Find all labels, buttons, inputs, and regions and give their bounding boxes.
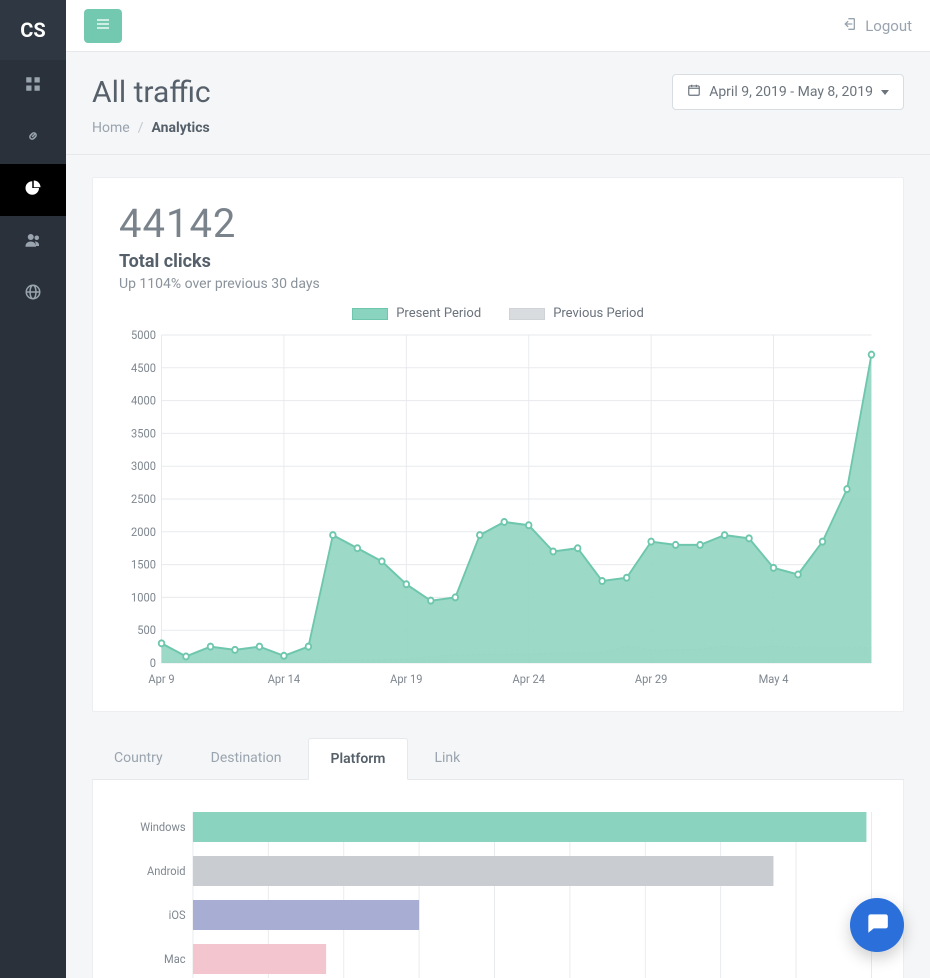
pie-chart-icon — [24, 179, 42, 201]
legend-previous: Previous Period — [509, 306, 644, 321]
content: 44142 Total clicks Up 1104% over previou… — [66, 155, 930, 978]
sidebar-item-dashboard[interactable] — [0, 60, 66, 112]
hamburger-icon — [95, 16, 111, 36]
svg-text:5000: 5000 — [131, 329, 156, 342]
svg-text:Apr 29: Apr 29 — [635, 672, 667, 687]
svg-text:Apr 24: Apr 24 — [513, 672, 546, 687]
sidebar-item-analytics[interactable] — [0, 164, 66, 216]
tab-country[interactable]: Country — [92, 738, 185, 779]
sidebar-item-links[interactable] — [0, 112, 66, 164]
chat-icon — [864, 910, 890, 940]
svg-text:2500: 2500 — [131, 492, 156, 507]
legend-previous-label: Previous Period — [553, 306, 644, 321]
svg-text:500: 500 — [137, 623, 156, 638]
menu-toggle-button[interactable] — [84, 9, 122, 43]
platform-panel: WindowsAndroidiOSMacOther — [92, 780, 904, 978]
svg-text:0: 0 — [150, 656, 156, 671]
logout-label: Logout — [865, 17, 912, 35]
svg-text:May 4: May 4 — [759, 672, 789, 687]
svg-text:4500: 4500 — [131, 361, 156, 376]
svg-text:2000: 2000 — [131, 525, 156, 540]
svg-text:1500: 1500 — [131, 557, 156, 572]
logout-icon — [841, 16, 857, 36]
brand-logo: CS — [0, 0, 66, 60]
svg-text:1000: 1000 — [131, 590, 156, 605]
breadcrumb: Home / Analytics — [92, 120, 904, 136]
chart-legend: Present Period Previous Period — [119, 306, 877, 321]
svg-text:Android: Android — [147, 864, 186, 879]
tab-platform[interactable]: Platform — [308, 738, 409, 780]
clicks-card: 44142 Total clicks Up 1104% over previou… — [92, 177, 904, 712]
link-icon — [24, 127, 42, 149]
sidebar: CS — [0, 0, 66, 978]
grid-icon — [24, 75, 42, 97]
swatch-present-icon — [352, 308, 388, 320]
breakdown-tabs: CountryDestinationPlatformLink — [92, 738, 904, 780]
metric-sub: Up 1104% over previous 30 days — [119, 276, 877, 292]
breadcrumb-current: Analytics — [151, 120, 209, 136]
page-header: All traffic April 9, 2019 - May 8, 2019 … — [66, 52, 930, 155]
svg-text:Mac: Mac — [164, 952, 186, 967]
breadcrumb-separator: / — [138, 120, 144, 136]
date-range-picker[interactable]: April 9, 2019 - May 8, 2019 — [672, 74, 904, 110]
topbar: Logout — [66, 0, 930, 52]
svg-text:3000: 3000 — [131, 459, 156, 474]
tab-destination[interactable]: Destination — [189, 738, 304, 779]
swatch-previous-icon — [509, 308, 545, 320]
sidebar-item-globe[interactable] — [0, 268, 66, 320]
tab-link[interactable]: Link — [412, 738, 482, 779]
metric-label: Total clicks — [119, 251, 877, 272]
svg-text:3500: 3500 — [131, 426, 156, 441]
legend-present-label: Present Period — [396, 306, 481, 321]
calendar-icon — [687, 83, 701, 101]
main: Logout All traffic April 9, 2019 - May 8… — [66, 0, 930, 978]
chat-launcher-button[interactable] — [850, 898, 904, 952]
date-range-label: April 9, 2019 - May 8, 2019 — [709, 84, 873, 100]
logout-link[interactable]: Logout — [841, 16, 912, 36]
page-title: All traffic — [92, 75, 211, 110]
clicks-line-chart: 0 500 1000 1500 2000 2500 3000 3500 4000 4500 5000… — [119, 329, 877, 689]
globe-icon — [24, 283, 42, 305]
users-icon — [24, 231, 42, 253]
chevron-down-icon — [881, 90, 889, 95]
sidebar-item-users[interactable] — [0, 216, 66, 268]
svg-text:4000: 4000 — [131, 393, 156, 408]
metric-value: 44142 — [119, 200, 877, 247]
svg-text:Windows: Windows — [140, 820, 185, 835]
svg-text:Apr 19: Apr 19 — [390, 672, 422, 687]
platform-bar-chart: WindowsAndroidiOSMacOther — [119, 802, 877, 978]
legend-present: Present Period — [352, 306, 481, 321]
svg-text:iOS: iOS — [169, 908, 186, 923]
svg-text:Apr 9: Apr 9 — [148, 672, 174, 687]
breadcrumb-home[interactable]: Home — [92, 120, 130, 136]
svg-text:Apr 14: Apr 14 — [268, 672, 301, 687]
